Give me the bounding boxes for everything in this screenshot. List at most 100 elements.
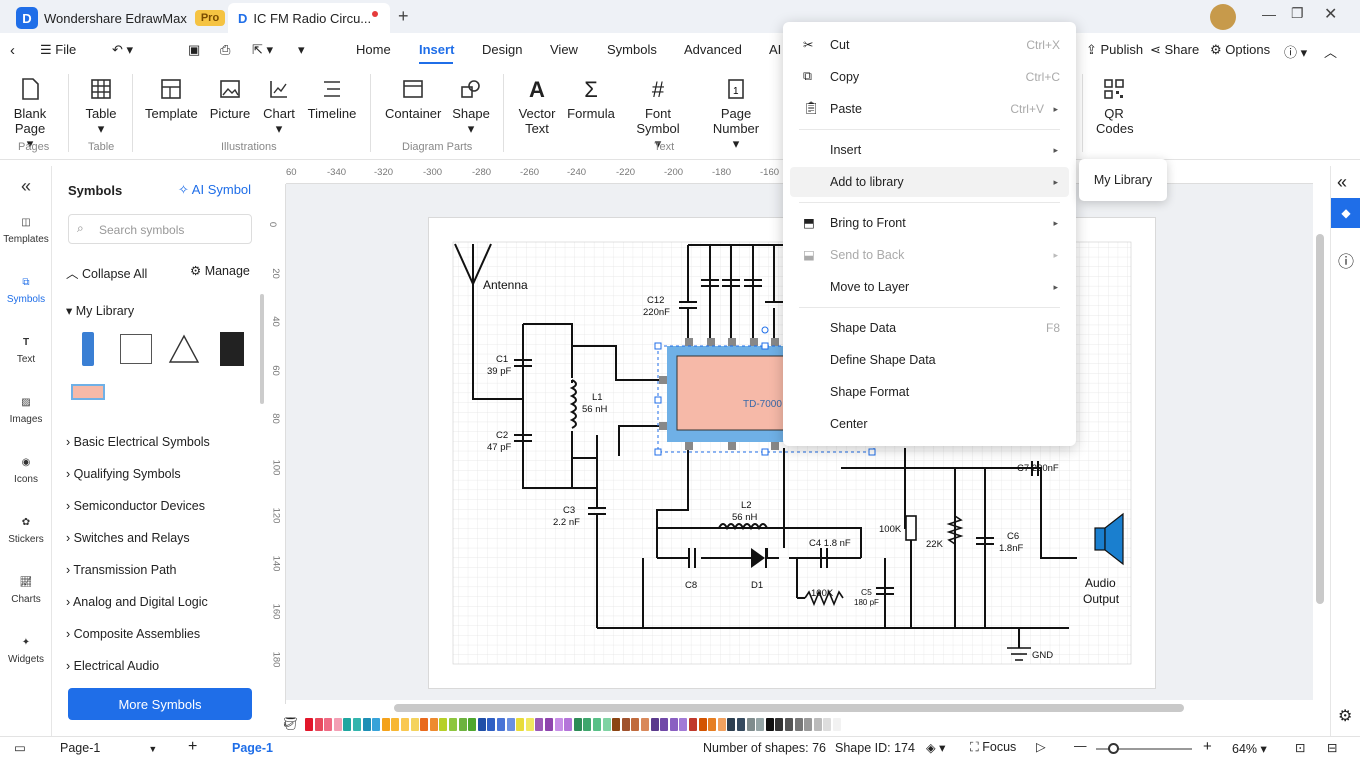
color-swatch[interactable] — [333, 718, 342, 731]
tab-insert[interactable]: Insert — [419, 42, 454, 57]
color-swatch[interactable] — [804, 718, 813, 731]
tab-view[interactable]: View — [550, 42, 578, 57]
zoom-out-icon[interactable]: — — [1074, 739, 1087, 753]
publish-button[interactable]: ⇪ Publish — [1086, 42, 1143, 58]
menu-item-insert[interactable]: Insert ▸ — [783, 135, 1076, 165]
color-swatch[interactable] — [727, 718, 736, 731]
options-button[interactable]: ⚙ Options — [1210, 42, 1270, 58]
more-icon[interactable]: ▾ — [298, 42, 305, 58]
tab-advanced[interactable]: Advanced — [684, 42, 742, 57]
menu-item-center[interactable]: Center — [783, 409, 1076, 439]
save-icon[interactable]: ▣ — [188, 42, 200, 58]
library-item-board[interactable] — [68, 330, 108, 368]
color-swatch[interactable] — [353, 718, 361, 731]
panel-scrollbar[interactable] — [260, 294, 264, 404]
color-swatch[interactable] — [593, 718, 601, 731]
menu-item-shape-data[interactable]: Shape Data F8 — [783, 313, 1076, 343]
color-swatch[interactable] — [324, 718, 333, 731]
menu-item-define-shape-data[interactable]: Define Shape Data — [783, 345, 1076, 375]
color-swatch[interactable] — [305, 718, 313, 731]
nav-charts[interactable]: 📈︎ Charts — [0, 570, 52, 606]
color-swatch[interactable] — [660, 718, 669, 731]
category-semiconductor[interactable]: › Semiconductor Devices — [66, 499, 205, 513]
format-paint-icon[interactable]: ◆ — [1331, 198, 1360, 228]
fit-width-icon[interactable]: ⊟ — [1327, 740, 1337, 755]
color-swatch[interactable] — [458, 718, 467, 731]
page-number-button[interactable]: 1 Page Number ▾ — [710, 76, 762, 151]
export-icon[interactable]: ⇱ ▾ — [252, 42, 273, 58]
color-swatch[interactable] — [573, 718, 582, 731]
menu-item-paste[interactable]: 📋︎ Paste Ctrl+V ▸ — [783, 94, 1076, 124]
file-menu[interactable]: ☰ File — [40, 42, 76, 58]
page-select[interactable]: Page-1 ▼ — [60, 741, 157, 755]
formula-button[interactable]: Σ Formula — [566, 76, 616, 121]
category-qualifying[interactable]: › Qualifying Symbols — [66, 467, 181, 481]
settings-icon[interactable]: ⚙ — [1338, 706, 1352, 726]
color-swatch[interactable] — [621, 718, 630, 731]
color-swatch[interactable] — [487, 718, 496, 731]
shape-button[interactable]: Shape ▾ — [452, 76, 490, 136]
color-swatch[interactable] — [823, 718, 832, 731]
fill-bucket-icon[interactable]: 🪣︎ — [282, 716, 299, 732]
menu-item-copy[interactable]: ⧉ Copy Ctrl+C — [783, 62, 1076, 92]
play-icon[interactable]: ▷ — [1036, 739, 1046, 754]
zoom-level[interactable]: 64% ▾ — [1232, 741, 1267, 756]
back-icon[interactable]: ‹ — [10, 42, 15, 59]
document-tab[interactable]: D IC FM Radio Circu... — [228, 3, 390, 33]
nav-templates[interactable]: ◫ Templates — [0, 210, 52, 246]
timeline-button[interactable]: Timeline — [306, 76, 358, 121]
color-swatch[interactable] — [477, 718, 486, 731]
color-swatch[interactable] — [343, 718, 352, 731]
vector-text-button[interactable]: A Vector Text — [514, 76, 560, 136]
library-item-triangle[interactable] — [164, 330, 204, 368]
color-swatch[interactable] — [516, 718, 525, 731]
layers-icon[interactable]: ◈ ▾ — [926, 740, 945, 755]
color-swatch[interactable] — [833, 718, 841, 731]
nav-widgets[interactable]: ✦ Widgets — [0, 630, 52, 666]
category-switches-relays[interactable]: › Switches and Relays — [66, 531, 190, 545]
collapse-ribbon-icon[interactable]: ︿ — [1324, 42, 1337, 61]
color-swatch[interactable] — [717, 718, 726, 731]
color-swatch[interactable] — [381, 718, 390, 731]
category-electrical-audio[interactable]: › Electrical Audio — [66, 659, 159, 673]
color-swatch[interactable] — [785, 718, 793, 731]
menu-item-cut[interactable]: ✂ Cut Ctrl+X — [783, 30, 1076, 60]
color-swatch[interactable] — [765, 718, 774, 731]
color-swatch[interactable] — [775, 718, 784, 731]
collapse-all-button[interactable]: ︿ Collapse All — [66, 263, 147, 282]
color-swatch[interactable] — [564, 718, 573, 731]
color-swatch[interactable] — [525, 718, 534, 731]
color-swatch[interactable] — [362, 718, 371, 731]
app-tab[interactable]: D Wondershare EdrawMax Pro — [16, 3, 226, 33]
zoom-in-icon[interactable]: + — [1203, 738, 1212, 755]
color-swatch[interactable] — [794, 718, 803, 731]
color-swatch[interactable] — [545, 718, 553, 731]
category-analog-digital[interactable]: › Analog and Digital Logic — [66, 595, 208, 609]
qr-codes-button[interactable]: QR Codes — [1096, 76, 1134, 136]
color-swatch[interactable] — [554, 718, 563, 731]
my-library-header[interactable]: ▾ My Library — [66, 303, 134, 318]
tab-home[interactable]: Home — [356, 42, 391, 57]
vertical-scrollbar[interactable] — [1316, 234, 1324, 604]
color-swatch[interactable] — [410, 718, 419, 731]
color-swatch[interactable] — [708, 718, 717, 731]
menu-item-send-to-back[interactable]: ⬓ Send to Back ▸ — [783, 240, 1076, 270]
color-swatch[interactable] — [698, 718, 707, 731]
category-basic-electrical[interactable]: › Basic Electrical Symbols — [66, 435, 210, 449]
library-item-ic[interactable] — [212, 330, 252, 368]
color-swatch[interactable] — [535, 718, 544, 731]
tab-ai[interactable]: AI — [769, 42, 781, 57]
color-swatch[interactable] — [497, 718, 505, 731]
horizontal-scrollbar[interactable] — [394, 704, 1184, 712]
nav-icons[interactable]: ◉ Icons — [0, 450, 52, 486]
new-tab-button[interactable]: + — [398, 6, 409, 27]
manage-button[interactable]: ⚙ Manage — [190, 263, 250, 278]
tab-symbols[interactable]: Symbols — [607, 42, 657, 57]
nav-symbols[interactable]: ⧉ Symbols — [0, 270, 52, 306]
ai-symbol-button[interactable]: ✧ AI Symbol — [178, 182, 251, 198]
more-symbols-button[interactable]: More Symbols — [68, 688, 252, 720]
restore-icon[interactable]: ❐ — [1291, 5, 1304, 22]
color-swatch[interactable] — [583, 718, 592, 731]
color-swatch[interactable] — [506, 718, 515, 731]
color-swatch[interactable] — [420, 718, 429, 731]
